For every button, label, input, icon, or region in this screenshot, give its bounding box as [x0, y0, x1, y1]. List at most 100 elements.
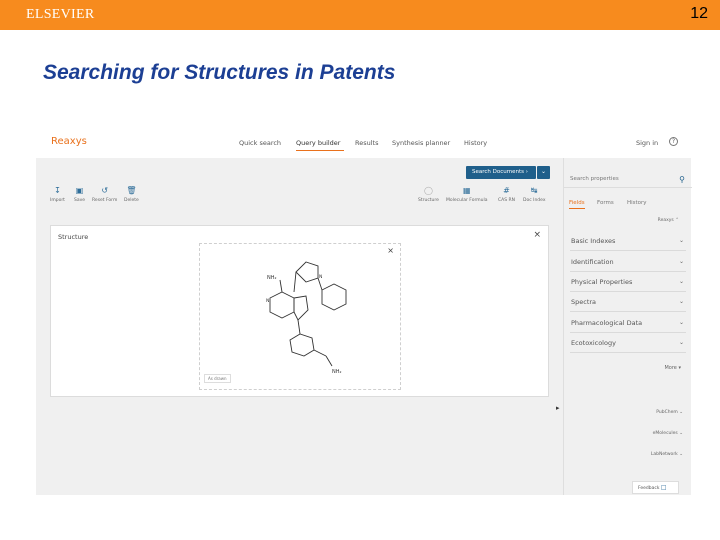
bond-ch2 — [313, 349, 327, 357]
emolecules-link[interactable]: eMolecules ⌄ — [653, 431, 683, 436]
chat-icon: □ — [660, 484, 667, 491]
structure-tool-button[interactable]: ◯ Structure — [418, 186, 439, 203]
structure-panel: Structure × × NH₂ NH₂ N N As drawn — [50, 225, 549, 397]
as-drawn-tag[interactable]: As drawn — [204, 374, 231, 383]
chevron-down-icon: ⌄ — [678, 319, 684, 326]
chevron-down-icon: ⌄ — [679, 431, 683, 436]
reset-form-button[interactable]: ↺ Reset Form — [92, 186, 117, 203]
tab-history[interactable]: History — [627, 200, 647, 206]
save-label: Save — [74, 198, 86, 203]
sidebar-item-spectra[interactable]: Spectra ⌄ — [570, 292, 686, 312]
tab-fields[interactable]: Fields — [569, 200, 585, 206]
chevron-down-icon: ⌄ — [678, 237, 684, 244]
structure-tool-label: Structure — [418, 198, 439, 203]
clear-drawing-icon[interactable]: × — [387, 246, 394, 255]
benzene-ring — [289, 333, 315, 357]
properties-sidebar: Search properties ⚲ Fields Forms History… — [563, 158, 692, 495]
reset-icon: ↺ — [101, 186, 109, 195]
sidebar-item-physical-properties[interactable]: Physical Properties ⌄ — [570, 272, 686, 292]
more-label: More — [664, 365, 677, 371]
chevron-down-icon: ⌄ — [678, 339, 684, 346]
sidebar-item-basic-indexes[interactable]: Basic Indexes ⌄ — [570, 231, 686, 251]
sidebar-item-label: Physical Properties — [571, 278, 633, 286]
search-dropdown-button[interactable]: ⌄ — [537, 166, 550, 179]
import-button[interactable]: ↧ Import — [50, 186, 65, 203]
feedback-label: Feedback — [638, 486, 660, 491]
sidebar-item-identification[interactable]: Identification ⌄ — [570, 252, 686, 272]
bond-nh2-top — [279, 279, 283, 293]
cas-rn-label: CAS RN — [498, 198, 516, 203]
save-button[interactable]: ▣ Save — [74, 186, 85, 203]
sign-in-link[interactable]: Sign in — [636, 139, 658, 147]
sidebar-item-pharmacological-data[interactable]: Pharmacological Data ⌄ — [570, 313, 686, 333]
nav-results[interactable]: Results — [355, 139, 378, 147]
reaxys-group-label: Reaxys — [657, 218, 674, 223]
hash-icon: # — [503, 186, 510, 195]
doc-index-button[interactable]: ↹ Doc Index — [523, 186, 546, 203]
save-icon: ▣ — [75, 186, 84, 195]
delete-button[interactable]: 🗑 Delete — [124, 186, 139, 203]
structure-drawing-area[interactable]: × NH₂ NH₂ N N As drawn — [199, 243, 401, 390]
reaxys-screenshot: Reaxys Quick search Query builder Result… — [36, 128, 692, 495]
sidebar-item-label: Ecotoxicology — [571, 339, 616, 347]
sidebar-item-ecotoxicology[interactable]: Ecotoxicology ⌄ — [570, 333, 686, 353]
pyrimidine-ring — [269, 291, 295, 319]
more-button[interactable]: More ▾ — [664, 365, 681, 371]
nh2-top-label: NH₂ — [267, 275, 277, 281]
formula-icon: ▦ — [462, 186, 471, 195]
active-tab-indicator — [569, 208, 585, 209]
chevron-down-icon: ⌄ — [679, 410, 683, 415]
elsevier-logo: ELSEVIER — [26, 7, 95, 22]
query-content-area: Structure × × NH₂ NH₂ N N As drawn ▸ — [36, 210, 563, 495]
property-search[interactable]: Search properties ⚲ — [564, 158, 692, 188]
slide: ELSEVIER 12 Searching for Structures in … — [0, 0, 720, 540]
search-icon[interactable]: ⚲ — [679, 175, 685, 184]
labnetwork-link[interactable]: LabNetwork ⌄ — [651, 452, 683, 457]
reaxys-logo[interactable]: Reaxys — [51, 136, 87, 147]
molecular-formula-button[interactable]: ▦ Molecular Formula — [446, 186, 487, 203]
tab-forms[interactable]: Forms — [597, 200, 614, 206]
n-label-pyrimidine: N — [266, 298, 269, 304]
close-icon[interactable]: × — [533, 230, 541, 240]
sidebar-item-label: Identification — [571, 258, 614, 266]
n-label-pyrazole: N — [319, 274, 322, 280]
slide-title: Searching for Structures in Patents — [43, 61, 396, 84]
search-documents-label: Search Documents — [472, 169, 525, 175]
search-documents-button[interactable]: Search Documents › — [466, 166, 536, 179]
search-properties-input[interactable]: Search properties — [570, 176, 619, 182]
bond-core-benzene — [297, 319, 301, 335]
reset-form-label: Reset Form — [92, 198, 118, 203]
sidebar-item-label: Pharmacological Data — [571, 319, 643, 327]
structure-icon: ◯ — [423, 186, 433, 195]
feedback-button[interactable]: Feedback □ — [632, 481, 679, 494]
pubchem-link[interactable]: PubChem ⌄ — [656, 410, 683, 415]
pyrazole-ring — [295, 261, 319, 283]
chevron-down-icon: ⌄ — [678, 258, 684, 265]
page-number: 12 — [690, 5, 708, 22]
nav-synthesis-planner[interactable]: Synthesis planner — [392, 139, 450, 147]
nh2-bottom-label: NH₂ — [332, 369, 342, 375]
sidebar-toggle-icon[interactable]: ▸ — [556, 404, 560, 412]
slide-header-bar: ELSEVIER 12 — [0, 0, 720, 30]
pubchem-label: PubChem — [656, 410, 678, 415]
chevron-down-icon: ⌄ — [679, 452, 683, 457]
import-icon: ↧ — [54, 186, 61, 195]
nav-query-builder[interactable]: Query builder — [296, 139, 340, 147]
nav-quick-search[interactable]: Quick search — [239, 139, 281, 147]
structure-label: Structure — [58, 233, 89, 241]
help-icon[interactable]: ? — [669, 137, 678, 146]
reaxys-group-toggle[interactable]: Reaxys ⌃ — [658, 218, 679, 223]
bond-ch2-nh2 — [325, 355, 333, 367]
molecule-drawing: NH₂ NH₂ N N — [266, 261, 347, 375]
emolecules-label: eMolecules — [652, 431, 678, 436]
query-toolbar: Search Documents › ⌄ ↧ Import ▣ Save ↺ Rese… — [36, 158, 563, 210]
trash-icon: 🗑 — [126, 186, 137, 195]
nav-history[interactable]: History — [464, 139, 487, 147]
bond-pyrazole-core — [293, 271, 297, 293]
doc-index-icon: ↹ — [530, 186, 538, 195]
molecular-formula-label: Molecular Formula — [446, 198, 488, 203]
cas-rn-button[interactable]: # CAS RN — [498, 186, 515, 203]
active-nav-indicator — [296, 150, 344, 151]
cyclohexyl-ring — [321, 283, 347, 311]
labnetwork-label: LabNetwork — [650, 452, 678, 457]
